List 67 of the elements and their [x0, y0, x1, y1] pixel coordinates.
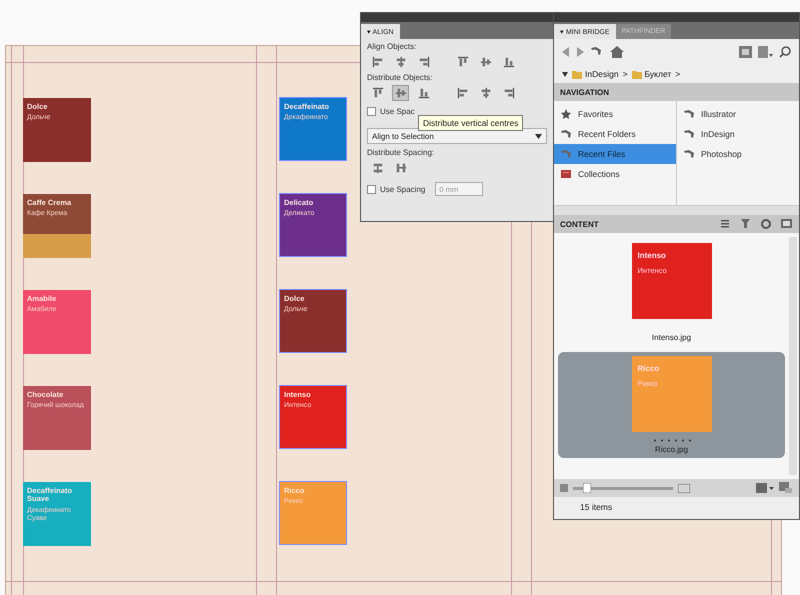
- small-thumbnail-icon: [560, 484, 568, 492]
- slider-thumb[interactable]: [583, 482, 591, 492]
- list-icon[interactable]: [758, 46, 773, 58]
- search-icon[interactable]: [779, 46, 791, 58]
- navigation-item[interactable]: Recent Folders: [554, 124, 676, 144]
- spacing-icon: [372, 162, 384, 174]
- section-label: Distribute Objects:: [367, 73, 434, 82]
- folder-icon: [632, 69, 642, 79]
- distribute-icon: [480, 87, 492, 99]
- align-icon: [372, 56, 384, 68]
- panel-options-icon[interactable]: [779, 482, 793, 494]
- align-icon: [418, 56, 430, 68]
- distribute-icon: [418, 87, 430, 99]
- distribute-icon: [502, 87, 514, 99]
- filter-icon[interactable]: [741, 219, 753, 229]
- star-icon: [560, 108, 572, 120]
- thumbnail-title: Ricco: [638, 364, 660, 373]
- navigation-item[interactable]: Photoshop: [677, 144, 799, 164]
- boomerang-icon: [560, 128, 572, 140]
- preview-icon[interactable]: [781, 219, 793, 229]
- scrollbar[interactable]: [789, 237, 797, 475]
- distribute-icon: [456, 87, 468, 99]
- checkbox-label: Use Spac: [380, 107, 415, 116]
- navigation-item[interactable]: Favorites: [554, 104, 676, 124]
- navigation-item[interactable]: Recent Files: [554, 144, 676, 164]
- navigation-header: NAVIGATION: [554, 83, 799, 101]
- dropdown-arrow-icon: [535, 134, 542, 138]
- boomerang-icon: [683, 128, 695, 140]
- caret-icon[interactable]: [562, 72, 568, 76]
- section-label: Distribute Spacing:: [367, 148, 436, 157]
- section-label: Align Objects:: [367, 42, 418, 51]
- home-icon[interactable]: [610, 46, 624, 58]
- large-thumbnail-icon: [678, 484, 690, 492]
- align-icon: [456, 56, 468, 68]
- navigation-item[interactable]: Illustrator: [677, 104, 799, 124]
- align-icon: [480, 56, 492, 68]
- content-header: CONTENT: [560, 220, 599, 228]
- align-icon: [502, 56, 514, 68]
- boomerang-icon: [683, 148, 695, 160]
- view-mode-icon[interactable]: [756, 483, 774, 493]
- collection-icon: [560, 168, 572, 180]
- thumbnail-title: Intenso: [638, 251, 667, 260]
- breadcrumb[interactable]: InDesign: [572, 69, 619, 79]
- checkbox[interactable]: [367, 184, 376, 194]
- distribute-icon: [394, 87, 406, 99]
- rating-dots-icon: [652, 438, 692, 443]
- spacing-icon: [394, 162, 406, 174]
- folder-icon: [572, 69, 582, 79]
- distribute-button[interactable]: [392, 85, 409, 101]
- align-icon: [394, 56, 406, 68]
- boomerang-icon: [560, 148, 572, 160]
- distribute-icon: [372, 87, 384, 99]
- view-icon[interactable]: [739, 46, 752, 58]
- checkbox-label: Use Spacing: [380, 184, 426, 194]
- navigation-item[interactable]: InDesign: [677, 124, 799, 144]
- file-name: Intenso.jpg: [652, 333, 692, 342]
- boomerang-icon: [683, 108, 695, 120]
- back-icon[interactable]: [562, 47, 570, 57]
- breadcrumb-separator: >: [622, 69, 628, 79]
- tooltip: Distribute vertical centres: [418, 115, 524, 131]
- forward-icon[interactable]: [576, 47, 584, 57]
- breadcrumb[interactable]: Буклет: [632, 69, 672, 79]
- item-count: 15 items: [579, 501, 614, 514]
- navigation-item[interactable]: Collections: [554, 164, 676, 184]
- file-name: Ricco.jpg: [655, 445, 688, 454]
- checkbox[interactable]: [367, 107, 376, 116]
- breadcrumb-separator: >: [675, 69, 680, 79]
